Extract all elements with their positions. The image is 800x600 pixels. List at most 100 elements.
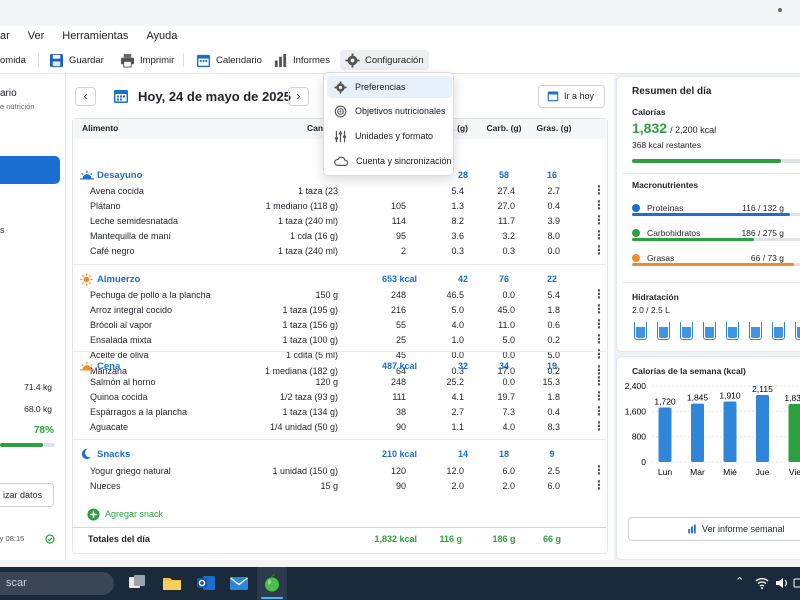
wifi-icon[interactable] (755, 577, 769, 589)
totals-kcal: 1,832 kcal (374, 534, 417, 544)
menu-item-units-format[interactable]: Unidades y formato (327, 125, 452, 147)
food-carbs: 45.0 (497, 305, 515, 316)
food-name[interactable]: Nueces (90, 481, 121, 491)
water-glass-icon[interactable] (657, 322, 670, 340)
print-button[interactable]: Imprimir (115, 50, 179, 70)
weekly-report-label: Ver informe semanal (702, 524, 785, 534)
food-name[interactable]: Leche semidesnatada (90, 216, 178, 226)
food-name[interactable]: Yogur griego natural (90, 466, 171, 476)
save-label: Guardar (69, 54, 104, 66)
more-options-icon[interactable]: ⋮ (593, 478, 605, 492)
chart-bar[interactable] (723, 401, 737, 462)
menu-item-nutrition-goals[interactable]: Objetivos nutricionales (327, 100, 452, 122)
food-fat: 3.9 (547, 216, 560, 227)
food-name[interactable]: Mantequilla de maní (90, 231, 171, 241)
bar-chart-icon (688, 524, 696, 534)
add-meal-button[interactable]: omida (0, 50, 31, 70)
menu-ver[interactable]: Ver (28, 30, 45, 42)
apple-app-icon[interactable] (262, 573, 282, 593)
taskbar-search[interactable]: scar (0, 572, 114, 595)
calories-label: Calorías (632, 107, 666, 117)
food-protein: 25.2 (446, 377, 464, 387)
chart-bar[interactable] (658, 407, 672, 462)
file-explorer-icon[interactable] (162, 573, 182, 593)
food-name[interactable]: Arroz integral cocido (90, 305, 172, 315)
more-options-icon[interactable]: ⋮ (593, 287, 605, 301)
menu-item-account-sync[interactable]: Cuenta y sincronización (327, 150, 452, 172)
sync-data-button[interactable]: izar datos (0, 483, 54, 507)
more-options-icon[interactable]: ⋮ (593, 332, 605, 346)
chart-bar[interactable] (756, 395, 769, 462)
water-glass-icon[interactable] (680, 322, 693, 340)
battery-icon[interactable] (793, 577, 800, 589)
food-name[interactable]: Salmón al horno (90, 377, 156, 387)
more-options-icon[interactable]: ⋮ (593, 347, 605, 361)
next-day-button[interactable]: › (288, 87, 309, 106)
food-name[interactable]: Ensalada mixta (90, 335, 152, 345)
food-name[interactable]: Pechuga de pollo a la plancha (90, 290, 211, 300)
calendar-icon (547, 91, 559, 102)
weekly-report-button[interactable]: Ver informe semanal (628, 517, 800, 541)
food-name[interactable]: Brócoli al vapor (90, 320, 152, 330)
food-name[interactable]: Café negro (90, 246, 135, 256)
meal-fat: 16 (546, 170, 557, 180)
add-snack-button[interactable]: Agregar snack (105, 509, 163, 519)
settings-button[interactable]: Configuración (340, 50, 429, 70)
food-name[interactable]: Aguacate (90, 422, 128, 432)
more-options-icon[interactable]: ⋮ (593, 374, 605, 388)
macro-value: 186 / 275 g (741, 228, 784, 238)
chevron-left-icon: ‹ (83, 89, 88, 103)
more-options-icon[interactable]: ⋮ (593, 302, 605, 316)
food-fat: 8.3 (547, 422, 560, 433)
more-options-icon[interactable]: ⋮ (593, 404, 605, 418)
sidebar-subtitle: e nutrición (0, 102, 35, 111)
calendar-button[interactable]: Calendario (191, 50, 267, 70)
more-options-icon[interactable]: ⋮ (593, 183, 605, 197)
reports-button[interactable]: Informes (268, 50, 335, 70)
food-quantity: 1 cda (16 g) (289, 231, 338, 242)
sidebar-item-label[interactable]: s (0, 225, 5, 235)
more-options-icon[interactable]: ⋮ (593, 389, 605, 403)
food-protein: 1.0 (451, 335, 464, 346)
meal-fat: 22 (546, 274, 557, 284)
more-options-icon[interactable]: ⋮ (593, 198, 605, 212)
go-to-today-button[interactable]: Ir a hoy (538, 85, 605, 108)
menu-item-preferences[interactable]: Preferencias (327, 76, 452, 98)
menu-archivo[interactable]: ar (0, 30, 10, 42)
totals-label: Totales del día (88, 534, 150, 544)
water-glass-icon[interactable] (726, 322, 739, 340)
menu-ayuda[interactable]: Ayuda (146, 30, 177, 42)
water-glass-icon[interactable] (634, 322, 647, 340)
speaker-icon[interactable] (775, 577, 789, 589)
water-glass-icon[interactable] (703, 322, 716, 340)
prev-day-button[interactable]: ‹ (75, 87, 96, 106)
task-view-icon[interactable] (127, 573, 147, 593)
food-name[interactable]: Espárragos a la plancha (90, 407, 187, 417)
save-button[interactable]: Guardar (44, 50, 109, 70)
window-control-icon[interactable] (778, 8, 782, 12)
food-quantity: 1 taza (195 g) (282, 305, 338, 316)
meal-carbs: 76 (498, 274, 509, 284)
more-options-icon[interactable]: ⋮ (593, 419, 605, 433)
outlook-icon[interactable] (196, 573, 216, 593)
food-name[interactable]: Avena cocida (90, 186, 144, 196)
sidebar-item-active[interactable] (0, 156, 60, 184)
more-options-icon[interactable]: ⋮ (593, 213, 605, 227)
more-options-icon[interactable]: ⋮ (593, 228, 605, 242)
more-options-icon[interactable]: ⋮ (593, 317, 605, 331)
food-name[interactable]: Quinoa cocida (90, 392, 148, 402)
water-glass-icon[interactable] (749, 322, 762, 340)
current-date: Hoy, 24 de mayo de 2025 (138, 89, 291, 104)
chart-bar[interactable] (691, 403, 704, 462)
more-options-icon[interactable]: ⋮ (593, 243, 605, 257)
food-kcal: 90 (395, 422, 406, 433)
totals-fat: 66 g (542, 534, 561, 544)
water-glass-icon[interactable] (795, 322, 800, 340)
water-glass-icon[interactable] (772, 322, 785, 340)
more-options-icon[interactable]: ⋮ (593, 463, 605, 477)
menu-herramientas[interactable]: Herramientas (62, 30, 128, 42)
chart-bar[interactable] (788, 403, 800, 462)
food-name[interactable]: Plátano (90, 201, 121, 211)
mail-icon[interactable] (229, 573, 249, 593)
chevron-up-icon[interactable]: ⌃ (735, 575, 744, 588)
